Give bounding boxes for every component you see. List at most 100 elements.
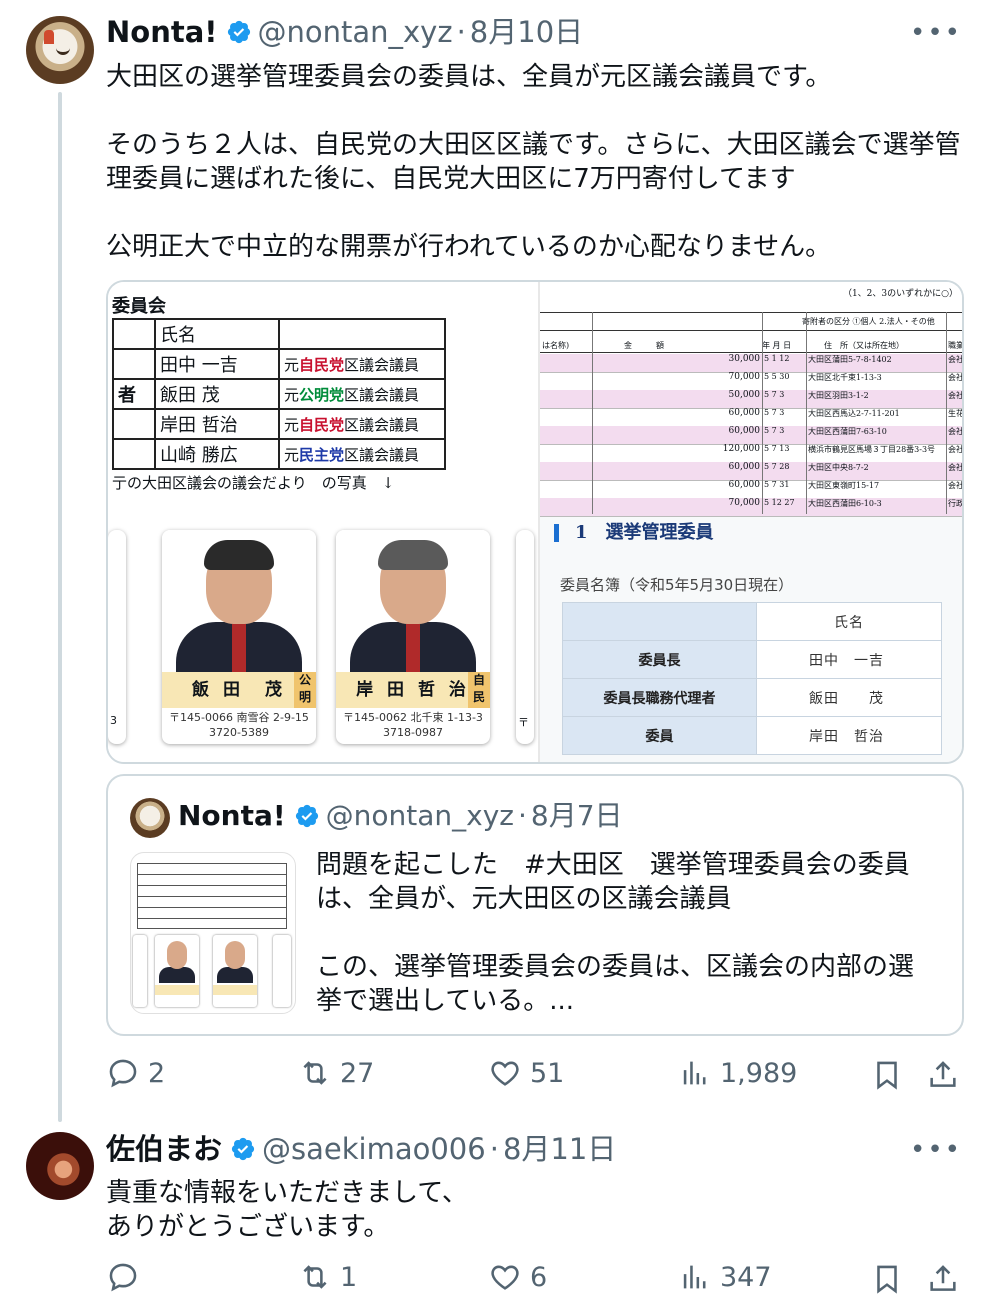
ledger-address: 大田区東嶺町15-17: [808, 481, 880, 490]
ledger-amount: 70,000: [728, 498, 761, 508]
tweet-media-grid[interactable]: 委員会 氏名 田中 一吉 元自民党区議会議員 者飯田 茂元公明党区議会議員 岸田 …: [106, 280, 964, 764]
separator-dot: ·: [489, 1132, 499, 1166]
ledger-kind: 生花: [948, 409, 964, 418]
table-cell: [112, 318, 156, 350]
card-phone: 3720-5389: [209, 726, 269, 739]
ledger-kind: 会社: [948, 373, 964, 382]
ledger-row: 60,000 5 7 3 大田区西馬込2-7-11-201 生花: [540, 408, 964, 426]
reply-button[interactable]: [106, 1260, 148, 1294]
like-button[interactable]: 6: [488, 1260, 547, 1294]
ledger-date: 5 12 27: [764, 498, 795, 507]
party-label: 公明党: [299, 385, 345, 404]
avatar[interactable]: [26, 16, 94, 84]
ledger-row: 60,000 5 7 31 大田区東嶺町15-17 会社: [540, 480, 963, 498]
share-button[interactable]: [926, 1058, 960, 1096]
more-options-icon[interactable]: •••: [910, 1135, 962, 1165]
ledger-row: 60,000 5 7 3 大田区西蒲田7-63-10 会社: [540, 426, 962, 444]
roster-name: 飯田 茂: [756, 678, 942, 717]
separator-dot: ·: [518, 799, 527, 832]
table-header: 氏名: [154, 318, 280, 350]
ledger-date: 5 7 3: [764, 426, 785, 435]
roster-cell: [562, 602, 757, 641]
ledger-amount: 120,000: [722, 444, 760, 454]
prefix: 元: [284, 415, 300, 434]
member-party: 元自民党区議会議員: [278, 408, 446, 440]
quoted-thumbnail: [130, 852, 296, 1014]
verified-badge-icon: [295, 804, 318, 828]
views-button[interactable]: 1,989: [678, 1056, 797, 1090]
quoted-timestamp: 8月7日: [530, 799, 623, 832]
media-image-left[interactable]: 委員会 氏名 田中 一吉 元自民党区議会議員 者飯田 茂元公明党区議会議員 岸田 …: [108, 282, 538, 762]
ledger-address: 大田区蒲田5-7-8-1402: [808, 355, 892, 364]
roster-role: 委員長職務代理者: [562, 678, 757, 717]
display-name[interactable]: 佐伯まお: [106, 1131, 222, 1167]
roster-role: 委員: [562, 716, 757, 755]
verified-badge-icon: [227, 20, 250, 44]
like-count: 51: [530, 1057, 565, 1089]
share-icon: [930, 1265, 956, 1291]
card-edge-label: 3: [110, 714, 117, 727]
ledger-address: 大田区西蒲田6-10-3: [808, 499, 882, 508]
ledger-amount: 50,000: [728, 390, 761, 400]
portrait-photo: [336, 530, 490, 676]
ledger-header: 職業: [948, 341, 964, 350]
party-label: 民主党: [299, 445, 345, 464]
display-name[interactable]: Nonta!: [106, 14, 218, 50]
ledger-kind: 会社: [948, 391, 964, 400]
timestamp[interactable]: 8月10日: [470, 14, 583, 50]
ledger-date: 5 7 3: [764, 408, 785, 417]
ledger-row: 120,000 5 7 13 横浜市鶴見区馬場３丁目28番3-3号 会社: [540, 444, 964, 462]
quoted-tweet[interactable]: Nonta! @nontan_xyz · 8月7日 問題を起こした #大田区 選…: [106, 774, 964, 1036]
member-name: 山崎 勝広: [154, 438, 280, 470]
card-phone: 3718-0987: [383, 726, 443, 739]
ledger-amount: 60,000: [728, 426, 761, 436]
ledger-date: 5 7 13: [764, 444, 790, 453]
reply-button[interactable]: 2: [106, 1056, 165, 1090]
doc-note: 亍の大田区議会の議会だより の写真 ↓: [112, 474, 395, 492]
repost-button[interactable]: 1: [298, 1260, 357, 1294]
share-button[interactable]: [926, 1262, 960, 1300]
ledger-header: 年 月 日: [762, 341, 792, 350]
ledger-row: 30,000 5 1 12 大田区蒲田5-7-8-1402 会社: [540, 354, 964, 372]
ledger-date: 5 1 12: [764, 354, 790, 363]
table-cell: [278, 318, 446, 350]
ledger-kind: 行政: [948, 499, 964, 508]
suffix: 区議会議員: [344, 385, 420, 404]
donation-ledger: （1、2、3のいずれかに○） 寄附者の区分 ①個人 2.法人・その他 は名称) …: [540, 282, 964, 517]
ledger-kind: 会社: [948, 445, 964, 454]
suffix: 区議会議員: [344, 355, 420, 374]
avatar[interactable]: [26, 1132, 94, 1200]
like-button[interactable]: 51: [488, 1056, 564, 1090]
profile-card: 岸 田 哲 治 自民 〒145-0062 北千束 1-13-3 3718-0987: [336, 530, 490, 744]
repost-icon: [303, 1265, 327, 1289]
reply-count: 2: [148, 1057, 166, 1089]
handle[interactable]: @saekimao006: [262, 1131, 486, 1167]
ledger-kind: 会社: [948, 355, 964, 364]
views-chart-icon: [683, 1061, 706, 1085]
roster-role: 委員長: [562, 640, 757, 679]
handle[interactable]: @nontan_xyz: [258, 14, 453, 50]
profile-card-partial: 3: [108, 530, 126, 744]
views-button[interactable]: 347: [678, 1260, 772, 1294]
bookmark-button[interactable]: [870, 1262, 904, 1300]
card-address: 〒145-0066 南雪谷 2-9-15 3720-5389: [162, 710, 316, 740]
ledger-address: 横浜市鶴見区馬場３丁目28番3-3号: [808, 445, 936, 454]
quoted-header: Nonta! @nontan_xyz · 8月7日: [178, 798, 623, 834]
timestamp[interactable]: 8月11日: [503, 1131, 616, 1167]
more-options-icon[interactable]: •••: [910, 18, 962, 48]
heading-bar: [554, 524, 559, 542]
heart-icon: [491, 1061, 519, 1086]
verified-badge-icon: [231, 1137, 255, 1161]
repost-button[interactable]: 27: [298, 1056, 374, 1090]
bookmark-button[interactable]: [870, 1058, 904, 1096]
roster-title: 委員名簿（令和5年5月30日現在）: [560, 576, 794, 594]
member-name: 田中 一吉: [154, 348, 280, 380]
card-edge-label: 〒: [518, 716, 529, 729]
ledger-row-divider: [540, 516, 962, 517]
party-label: 自民党: [299, 415, 345, 434]
media-image-right[interactable]: （1、2、3のいずれかに○） 寄附者の区分 ①個人 2.法人・その他 は名称) …: [540, 282, 964, 762]
ledger-address: 大田区西馬込2-7-11-201: [808, 409, 900, 418]
ledger-header: 住 所（又は所在地）: [824, 341, 904, 350]
roster-header: 氏名: [756, 602, 942, 641]
ledger-row: 70,000 5 5 30 大田区北千束1-13-3 会社: [540, 372, 964, 390]
